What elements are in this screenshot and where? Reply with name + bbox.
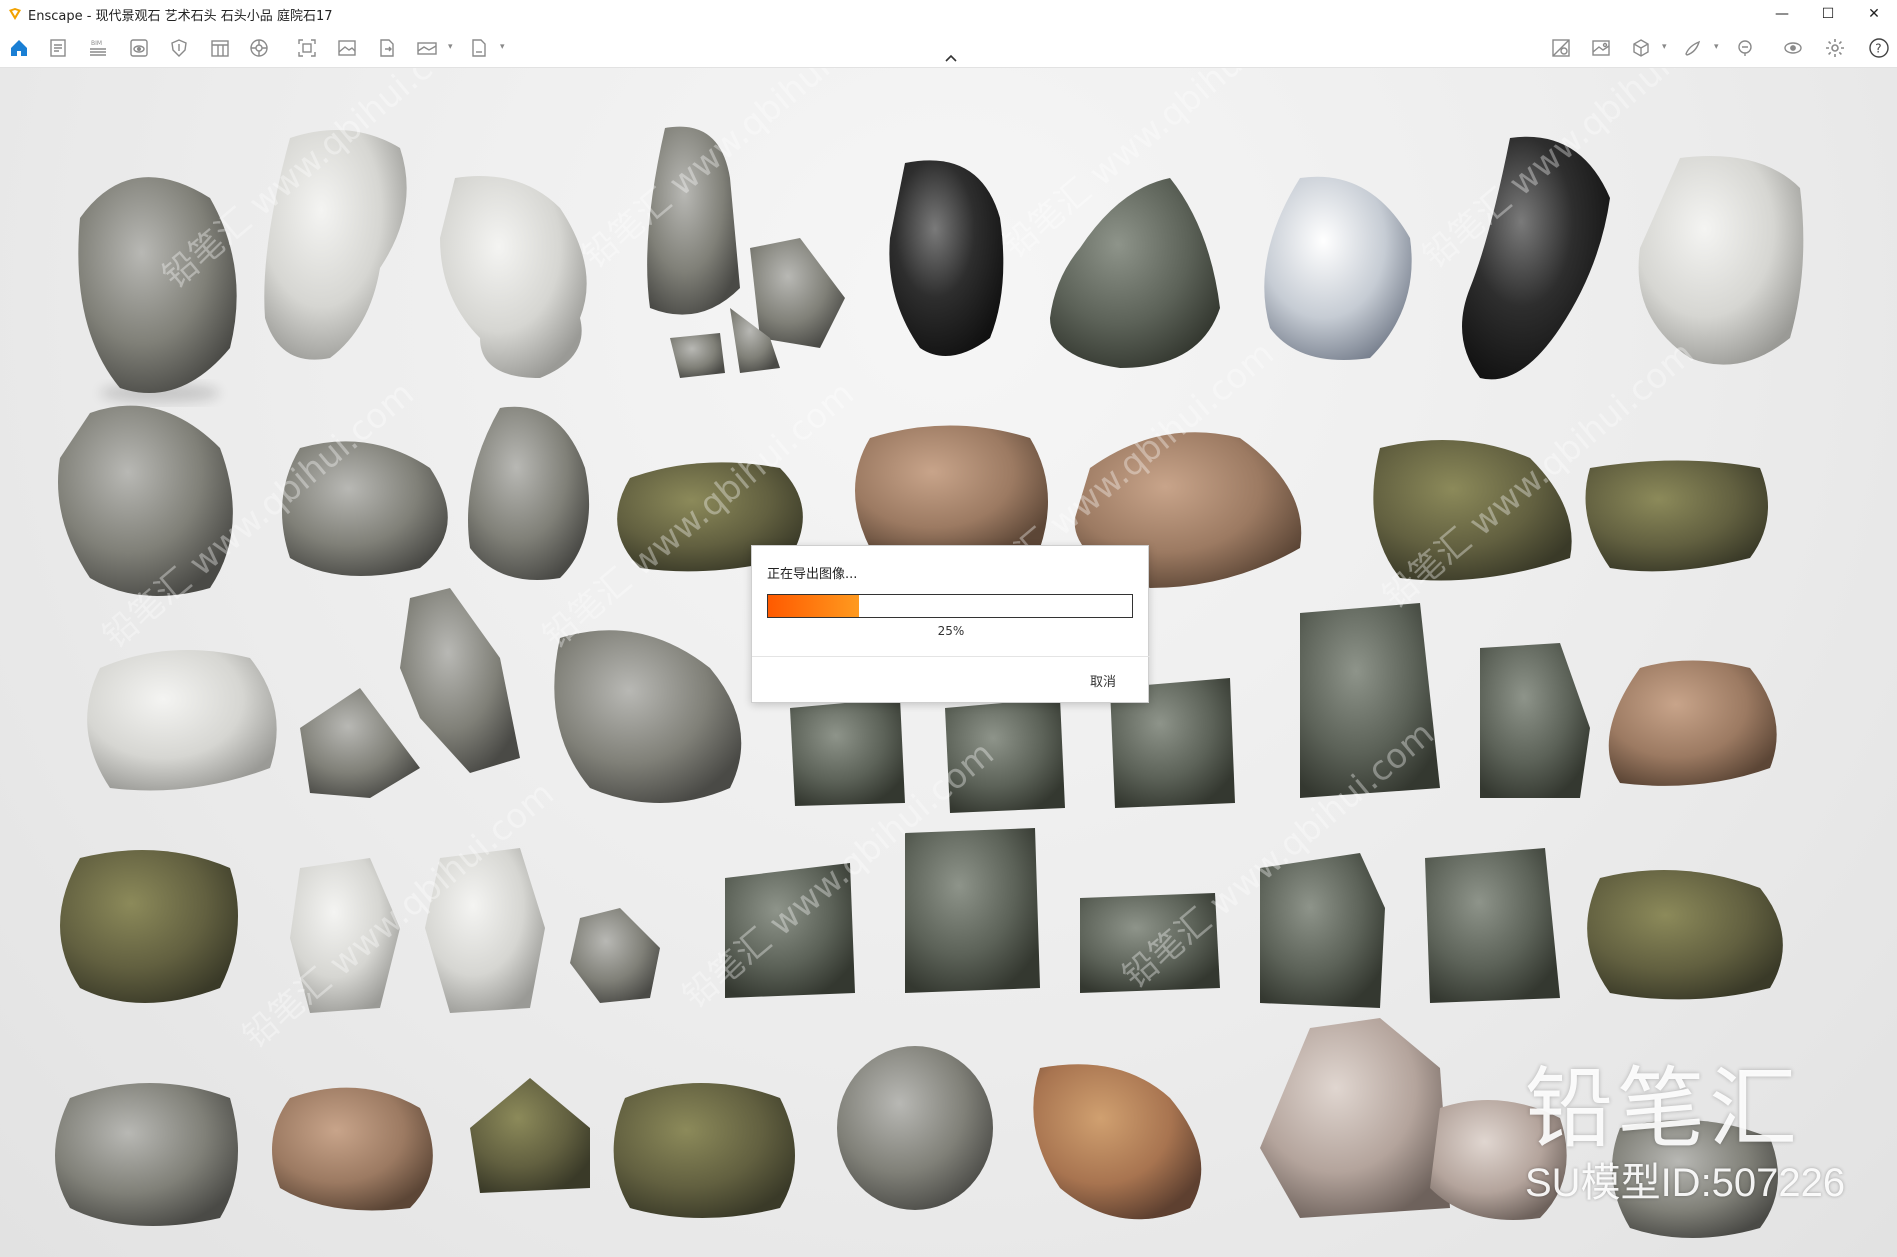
- bim-icon[interactable]: BIM: [85, 36, 111, 60]
- home-icon[interactable]: [6, 36, 32, 60]
- window-title: Enscape - 现代景观石 艺术石头 石头小品 庭院石17: [28, 8, 333, 24]
- rock-r4-4: [570, 908, 660, 1003]
- paint-dropdown-caret[interactable]: ▾: [1714, 42, 1719, 52]
- export-progress-bar: [767, 594, 1133, 618]
- minimize-button[interactable]: —: [1759, 0, 1805, 28]
- export-dropdown-caret[interactable]: ▾: [500, 42, 505, 52]
- document-icon[interactable]: [45, 36, 71, 60]
- cube-dropdown-caret[interactable]: ▾: [1662, 42, 1667, 52]
- maximize-button[interactable]: ☐: [1805, 0, 1851, 28]
- rock-r3-1: [87, 650, 277, 791]
- enscape-logo-icon: [9, 8, 21, 20]
- progress-fill: [768, 595, 859, 617]
- panel-icon[interactable]: [207, 36, 233, 60]
- rock-r4-1: [60, 850, 238, 1003]
- rock-r5-1: [55, 1083, 238, 1226]
- exe-export-icon[interactable]: [466, 36, 492, 60]
- model-id-watermark: SU模型ID:507226: [1525, 1161, 1846, 1205]
- dialog-divider: [752, 656, 1150, 657]
- eye-window-icon[interactable]: [126, 36, 152, 60]
- rock-r3-4: [790, 698, 905, 806]
- rock-r5-7: [1260, 1018, 1450, 1218]
- progress-percent-label: 25%: [937, 624, 965, 638]
- rock-r2-3: [468, 406, 590, 580]
- rock-r3-3: [554, 630, 742, 803]
- views-icon[interactable]: [1548, 36, 1574, 60]
- panorama-icon[interactable]: [414, 36, 440, 60]
- rock-r5-2: [272, 1087, 433, 1211]
- rock-r4-9: [1425, 848, 1560, 1003]
- asset-library-icon[interactable]: [246, 36, 272, 60]
- screenshot-icon[interactable]: [294, 36, 320, 60]
- rock-r4-6: [905, 828, 1040, 993]
- export-file-icon[interactable]: [374, 36, 400, 60]
- shield-icon[interactable]: [166, 36, 192, 60]
- collapse-toolbar-chevron-icon[interactable]: [941, 50, 961, 66]
- close-button[interactable]: ✕: [1851, 0, 1897, 28]
- paint-icon[interactable]: [1680, 36, 1706, 60]
- title-bar: Enscape - 现代景观石 艺术石头 石头小品 庭院石17 — ☐ ✕: [0, 0, 1897, 28]
- settings-icon[interactable]: [1822, 36, 1848, 60]
- rock-r3-8: [1480, 643, 1590, 798]
- rock-r1-3: [440, 176, 587, 378]
- rock-r1-7: [1264, 176, 1412, 360]
- rock-r5-3: [470, 1078, 590, 1193]
- cancel-button[interactable]: 取消: [1090, 671, 1116, 690]
- cube-icon[interactable]: [1628, 36, 1654, 60]
- export-progress-dialog: 正在导出图像... 25% 取消: [751, 545, 1150, 703]
- rock-r5-4: [613, 1083, 795, 1218]
- help-icon[interactable]: ?: [1866, 36, 1892, 60]
- rock-r2-8: [1585, 460, 1768, 572]
- svg-text:BIM: BIM: [91, 40, 102, 47]
- rock-r4-10: [1587, 870, 1783, 1000]
- feedback-icon[interactable]: [1732, 36, 1758, 60]
- rock-r5-5: [837, 1046, 993, 1210]
- image-icon[interactable]: [334, 36, 360, 60]
- gallery-icon[interactable]: [1588, 36, 1614, 60]
- dialog-title: 正在导出图像...: [767, 567, 858, 582]
- svg-text:?: ?: [1875, 42, 1881, 56]
- panorama-dropdown-caret[interactable]: ▾: [448, 42, 453, 52]
- rock-r3-9: [1608, 660, 1777, 786]
- rock-r3-2: [300, 588, 520, 798]
- rock-r1-5: [889, 160, 1004, 356]
- rock-r5-6: [1033, 1064, 1202, 1220]
- visibility-icon[interactable]: [1780, 36, 1806, 60]
- brand-watermark: 铅笔汇: [1525, 1057, 1802, 1160]
